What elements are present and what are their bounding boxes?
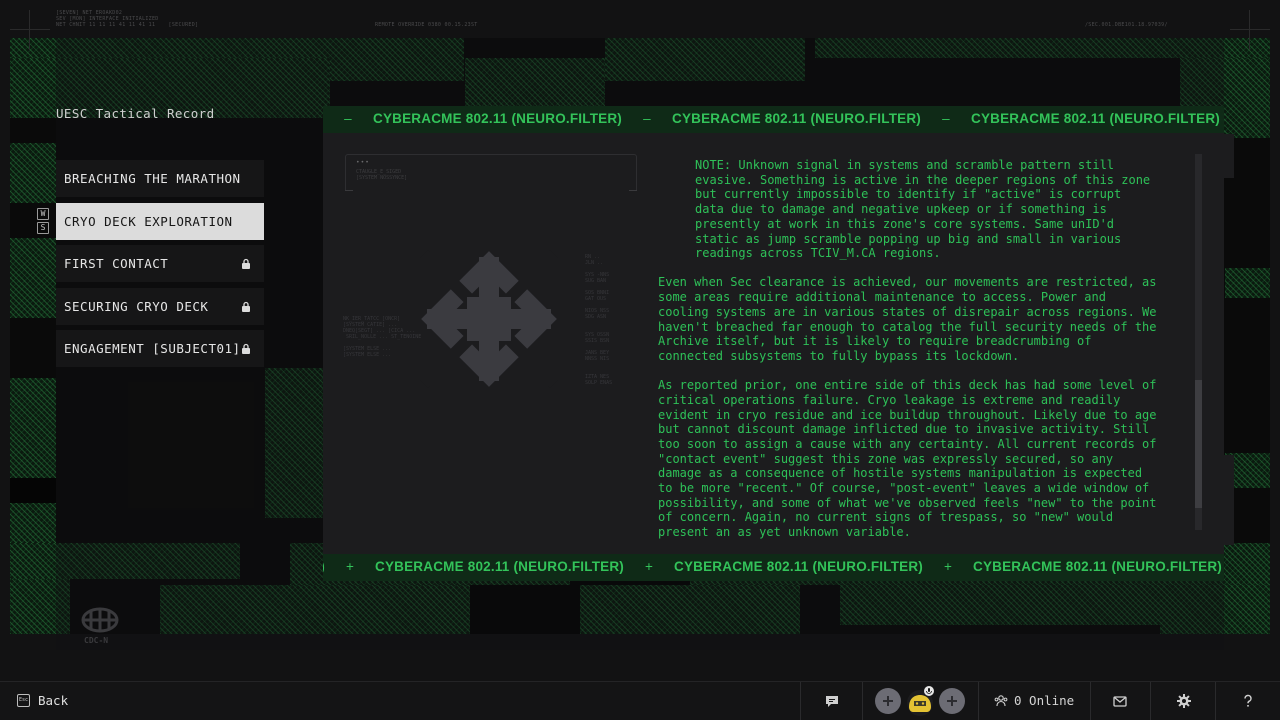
users-icon: [994, 694, 1008, 706]
hud-status-top-right: /SEC.001.DBE101.18.97039/: [1085, 22, 1168, 28]
ticker-text: CYBERACME 802.11 (NEURO.FILTER): [672, 111, 921, 126]
menu-item-label: SECURING CRYO DECK: [64, 298, 209, 314]
hotkey-w: W: [37, 208, 49, 220]
divider: [800, 682, 801, 720]
terminal-dots: •••: [356, 159, 370, 166]
online-status[interactable]: 0 Online: [994, 693, 1074, 708]
hud-status-top-center: REMOTE OVERRIDE 0380 00.15.23ST: [375, 22, 478, 28]
back-button[interactable]: Esc Back: [17, 693, 68, 708]
record-text: NOTE: Unknown signal in systems and scra…: [658, 158, 1178, 546]
record-paragraph-note: NOTE: Unknown signal in systems and scra…: [695, 158, 1151, 261]
back-label: Back: [38, 693, 69, 708]
ticker-top: – CYBERACME 802.11 (NEURO.FILTER) – CYBERA…: [323, 106, 1224, 133]
menu-item-first-contact[interactable]: FIRST CONTACT: [56, 245, 264, 282]
terminal-window: ••• CTAUGLE_E_SIGED [SYSTEM NOSSYNCE]: [345, 154, 637, 190]
record-paragraph: As reported prior, one entire side of th…: [658, 378, 1157, 540]
avatar-icon[interactable]: [905, 685, 935, 717]
mail-icon[interactable]: [1111, 692, 1129, 710]
record-paragraph: Even when Sec clearance is achieved, our…: [658, 275, 1157, 363]
nav-hotkeys: W S: [37, 208, 49, 234]
menu-item-label: FIRST CONTACT: [64, 256, 169, 271]
online-count: 0 Online: [1014, 693, 1075, 708]
menu-item-label: BREACHING THE MARATHON: [64, 171, 241, 186]
hud-status-top-left: [SEVEN] NET EROAKD02 SEV [MON] INTERFACE…: [56, 10, 199, 28]
terminal-lines: CTAUGLE_E_SIGED [SYSTEM NOSSYNCE]: [356, 169, 408, 181]
logo-text: CDC-N: [84, 636, 108, 644]
chapter-menu: BREACHING THE MARATHON CRYO DECK EXPLORA…: [56, 160, 264, 373]
cdc-logo-icon: CDC-N: [81, 607, 119, 644]
hotkey-s: S: [37, 222, 49, 234]
menu-item-engagement-subject01[interactable]: ENGAGEMENT [SUBJECT01]: [56, 330, 264, 367]
ticker-text: CYBERACME 802.11 (NEURO.FILTER): [971, 111, 1220, 126]
terminal-frame-ticks: [345, 190, 637, 192]
ticker-separator: +: [943, 559, 953, 574]
bottom-bar: Esc Back 0 Online: [0, 681, 1280, 720]
help-icon[interactable]: [1239, 692, 1257, 710]
divider: [1150, 682, 1151, 720]
ticker-text: CYBERACME 802.11 (NEURO.FILTER): [973, 559, 1222, 574]
record-panel: – CYBERACME 802.11 (NEURO.FILTER) – CYBERA…: [323, 106, 1224, 581]
ticker-bottom: CYBERACME 802.11 (NEURO.FILTER)+ CYBERAC…: [323, 554, 1224, 581]
menu-item-securing-cryo-deck[interactable]: SECURING CRYO DECK: [56, 287, 264, 325]
divider: [1090, 682, 1091, 720]
lock-icon: [242, 301, 250, 312]
ticker-separator: –: [942, 111, 950, 126]
chat-icon[interactable]: [823, 692, 841, 710]
ticker-separator: +: [644, 559, 654, 574]
ticker-separator: +: [345, 559, 355, 574]
menu-item-cryo-deck-exploration[interactable]: CRYO DECK EXPLORATION: [56, 202, 264, 240]
corner-mark: [10, 10, 50, 50]
panel-side-tab: [1224, 455, 1234, 545]
esc-key-icon: Esc: [17, 694, 30, 707]
ticker-separator: –: [344, 111, 352, 126]
ticker-separator: –: [643, 111, 651, 126]
lock-icon: [242, 343, 250, 354]
ticker-text: CYBERACME 802.11 (NEURO.FILTER): [674, 559, 923, 574]
party-slot-icon[interactable]: [939, 688, 965, 714]
party-slot-icon[interactable]: [875, 688, 901, 714]
divider: [1215, 682, 1216, 720]
lock-icon: [242, 258, 250, 269]
gear-icon[interactable]: [1175, 692, 1193, 710]
panel-side-tab: [1224, 134, 1234, 178]
scrollbar-thumb[interactable]: [1195, 380, 1202, 508]
menu-item-label: CRYO DECK EXPLORATION: [64, 213, 233, 229]
corner-mark: [1230, 10, 1270, 50]
scrollbar[interactable]: [1195, 154, 1202, 530]
menu-item-label: ENGAGEMENT [SUBJECT01]: [64, 341, 241, 356]
ticker-text: CYBERACME 802.11 (NEURO.FILTER): [373, 111, 622, 126]
divider: [978, 682, 979, 720]
menu-item-breaching-the-marathon[interactable]: BREACHING THE MARATHON: [56, 160, 264, 197]
divider: [862, 682, 863, 720]
page-title: UESC Tactical Record: [56, 106, 215, 121]
faction-emblem-icon: [419, 249, 559, 389]
ticker-separator: +: [1222, 559, 1224, 574]
ticker-text: CYBERACME 802.11 (NEURO.FILTER): [375, 559, 624, 574]
